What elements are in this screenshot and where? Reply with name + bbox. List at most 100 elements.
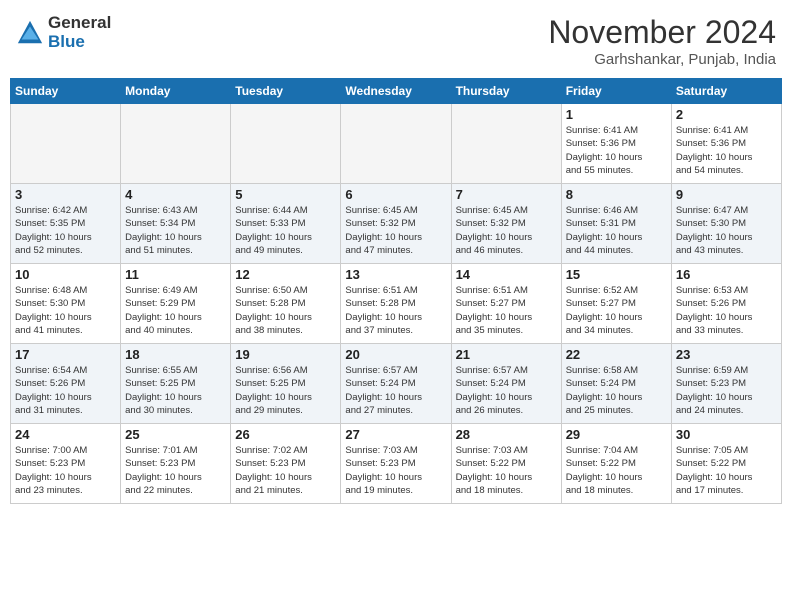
day-cell: 25Sunrise: 7:01 AM Sunset: 5:23 PM Dayli… [121, 424, 231, 504]
day-cell: 12 Sunrise: 6:50 AM Sunset: 5:28 PM Dayli… [231, 264, 341, 344]
weekday-header: Tuesday [231, 79, 341, 104]
day-number: 13 [345, 267, 446, 282]
day-number: 17 [15, 347, 116, 362]
empty-day-cell [341, 104, 451, 184]
day-cell: 6 Sunrise: 6:45 AM Sunset: 5:32 PM Daylig… [341, 184, 451, 264]
day-number: 7 [456, 187, 557, 202]
day-number: 20 [345, 347, 446, 362]
day-number: 8 [566, 187, 667, 202]
day-number: 16 [676, 267, 777, 282]
day-info: Sunrise: 7:03 AM Sunset: 5:22 PM Dayligh… [456, 444, 557, 497]
day-cell: 5 Sunrise: 6:44 AM Sunset: 5:33 PM Daylig… [231, 184, 341, 264]
logo-blue-text: Blue [48, 33, 111, 52]
day-number: 3 [15, 187, 116, 202]
calendar-week-row: 24Sunrise: 7:00 AM Sunset: 5:23 PM Dayli… [11, 424, 782, 504]
weekday-header: Thursday [451, 79, 561, 104]
calendar-header: SundayMondayTuesdayWednesdayThursdayFrid… [11, 79, 782, 104]
day-cell: 23 Sunrise: 6:59 AM Sunset: 5:23 PM Dayli… [671, 344, 781, 424]
day-number: 19 [235, 347, 336, 362]
day-info: Sunrise: 6:57 AM Sunset: 5:24 PM Dayligh… [456, 364, 557, 417]
logo-general-text: General [48, 14, 111, 33]
day-cell: 7 Sunrise: 6:45 AM Sunset: 5:32 PM Daylig… [451, 184, 561, 264]
title-block: November 2024 Garhshankar, Punjab, India [548, 14, 776, 68]
day-info: Sunrise: 6:41 AM Sunset: 5:36 PM Dayligh… [676, 124, 777, 177]
day-info: Sunrise: 6:59 AM Sunset: 5:23 PM Dayligh… [676, 364, 777, 417]
day-info: Sunrise: 6:47 AM Sunset: 5:30 PM Dayligh… [676, 204, 777, 257]
day-cell: 1 Sunrise: 6:41 AM Sunset: 5:36 PM Daylig… [561, 104, 671, 184]
day-number: 2 [676, 107, 777, 122]
day-info: Sunrise: 6:41 AM Sunset: 5:36 PM Dayligh… [566, 124, 667, 177]
month-title: November 2024 [548, 14, 776, 51]
day-cell: 2 Sunrise: 6:41 AM Sunset: 5:36 PM Daylig… [671, 104, 781, 184]
weekday-header-row: SundayMondayTuesdayWednesdayThursdayFrid… [11, 79, 782, 104]
day-info: Sunrise: 6:45 AM Sunset: 5:32 PM Dayligh… [345, 204, 446, 257]
day-info: Sunrise: 6:45 AM Sunset: 5:32 PM Dayligh… [456, 204, 557, 257]
day-info: Sunrise: 6:46 AM Sunset: 5:31 PM Dayligh… [566, 204, 667, 257]
day-number: 25 [125, 427, 226, 442]
day-number: 30 [676, 427, 777, 442]
day-cell: 9Sunrise: 6:47 AM Sunset: 5:30 PM Daylig… [671, 184, 781, 264]
day-info: Sunrise: 7:05 AM Sunset: 5:22 PM Dayligh… [676, 444, 777, 497]
day-info: Sunrise: 6:51 AM Sunset: 5:27 PM Dayligh… [456, 284, 557, 337]
day-info: Sunrise: 6:48 AM Sunset: 5:30 PM Dayligh… [15, 284, 116, 337]
day-number: 1 [566, 107, 667, 122]
location: Garhshankar, Punjab, India [548, 51, 776, 68]
weekday-header: Friday [561, 79, 671, 104]
empty-day-cell [451, 104, 561, 184]
day-number: 28 [456, 427, 557, 442]
calendar-week-row: 17 Sunrise: 6:54 AM Sunset: 5:26 PM Dayli… [11, 344, 782, 424]
day-cell: 17 Sunrise: 6:54 AM Sunset: 5:26 PM Dayli… [11, 344, 121, 424]
day-info: Sunrise: 7:02 AM Sunset: 5:23 PM Dayligh… [235, 444, 336, 497]
calendar-week-row: 1 Sunrise: 6:41 AM Sunset: 5:36 PM Daylig… [11, 104, 782, 184]
day-info: Sunrise: 6:51 AM Sunset: 5:28 PM Dayligh… [345, 284, 446, 337]
day-info: Sunrise: 7:03 AM Sunset: 5:23 PM Dayligh… [345, 444, 446, 497]
logo: General Blue [16, 14, 111, 51]
day-cell: 11Sunrise: 6:49 AM Sunset: 5:29 PM Dayli… [121, 264, 231, 344]
day-number: 29 [566, 427, 667, 442]
day-info: Sunrise: 6:44 AM Sunset: 5:33 PM Dayligh… [235, 204, 336, 257]
day-cell: 14 Sunrise: 6:51 AM Sunset: 5:27 PM Dayli… [451, 264, 561, 344]
day-number: 6 [345, 187, 446, 202]
day-cell: 10Sunrise: 6:48 AM Sunset: 5:30 PM Dayli… [11, 264, 121, 344]
day-number: 21 [456, 347, 557, 362]
day-info: Sunrise: 6:55 AM Sunset: 5:25 PM Dayligh… [125, 364, 226, 417]
day-info: Sunrise: 6:54 AM Sunset: 5:26 PM Dayligh… [15, 364, 116, 417]
day-cell: 18Sunrise: 6:55 AM Sunset: 5:25 PM Dayli… [121, 344, 231, 424]
day-number: 12 [235, 267, 336, 282]
day-number: 11 [125, 267, 226, 282]
day-cell: 20 Sunrise: 6:57 AM Sunset: 5:24 PM Dayli… [341, 344, 451, 424]
weekday-header: Sunday [11, 79, 121, 104]
day-info: Sunrise: 6:50 AM Sunset: 5:28 PM Dayligh… [235, 284, 336, 337]
day-number: 26 [235, 427, 336, 442]
day-cell: 16 Sunrise: 6:53 AM Sunset: 5:26 PM Dayli… [671, 264, 781, 344]
day-info: Sunrise: 6:56 AM Sunset: 5:25 PM Dayligh… [235, 364, 336, 417]
day-cell: 29Sunrise: 7:04 AM Sunset: 5:22 PM Dayli… [561, 424, 671, 504]
empty-day-cell [11, 104, 121, 184]
weekday-header: Monday [121, 79, 231, 104]
day-number: 4 [125, 187, 226, 202]
day-number: 5 [235, 187, 336, 202]
calendar-week-row: 3Sunrise: 6:42 AM Sunset: 5:35 PM Daylig… [11, 184, 782, 264]
day-cell: 24Sunrise: 7:00 AM Sunset: 5:23 PM Dayli… [11, 424, 121, 504]
logo-icon [16, 19, 44, 47]
day-number: 27 [345, 427, 446, 442]
day-number: 14 [456, 267, 557, 282]
day-info: Sunrise: 6:52 AM Sunset: 5:27 PM Dayligh… [566, 284, 667, 337]
day-cell: 26 Sunrise: 7:02 AM Sunset: 5:23 PM Dayli… [231, 424, 341, 504]
day-cell: 13 Sunrise: 6:51 AM Sunset: 5:28 PM Dayli… [341, 264, 451, 344]
calendar-week-row: 10Sunrise: 6:48 AM Sunset: 5:30 PM Dayli… [11, 264, 782, 344]
day-cell: 4Sunrise: 6:43 AM Sunset: 5:34 PM Daylig… [121, 184, 231, 264]
day-cell: 28 Sunrise: 7:03 AM Sunset: 5:22 PM Dayli… [451, 424, 561, 504]
day-number: 15 [566, 267, 667, 282]
calendar-table: SundayMondayTuesdayWednesdayThursdayFrid… [10, 78, 782, 504]
day-info: Sunrise: 6:53 AM Sunset: 5:26 PM Dayligh… [676, 284, 777, 337]
page-header: General Blue November 2024 Garhshankar, … [10, 10, 782, 72]
day-number: 23 [676, 347, 777, 362]
day-cell: 19 Sunrise: 6:56 AM Sunset: 5:25 PM Dayli… [231, 344, 341, 424]
calendar-body: 1 Sunrise: 6:41 AM Sunset: 5:36 PM Daylig… [11, 104, 782, 504]
day-info: Sunrise: 6:57 AM Sunset: 5:24 PM Dayligh… [345, 364, 446, 417]
empty-day-cell [231, 104, 341, 184]
day-cell: 27 Sunrise: 7:03 AM Sunset: 5:23 PM Dayli… [341, 424, 451, 504]
weekday-header: Wednesday [341, 79, 451, 104]
day-cell: 21 Sunrise: 6:57 AM Sunset: 5:24 PM Dayli… [451, 344, 561, 424]
